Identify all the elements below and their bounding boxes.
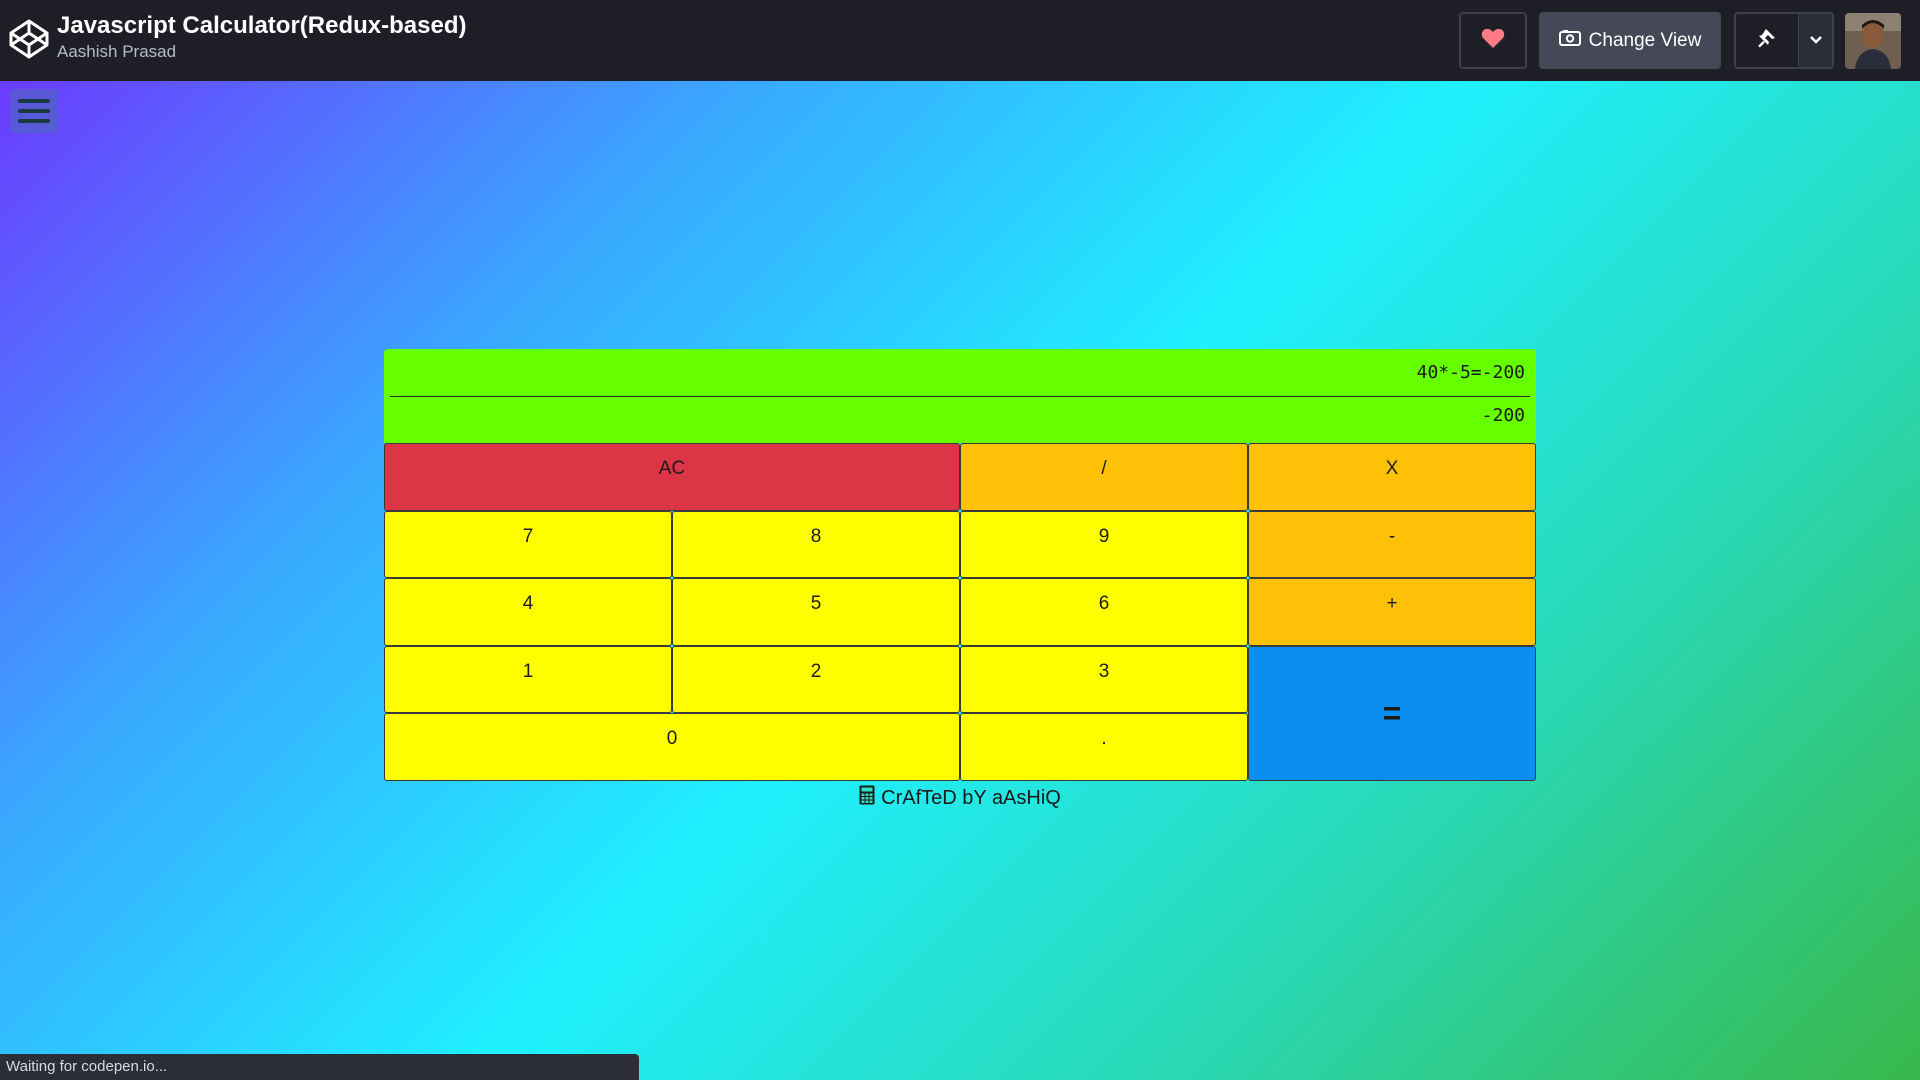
- one-button[interactable]: 1: [384, 645, 672, 714]
- subtract-button[interactable]: -: [1248, 510, 1536, 579]
- pin-icon: [1758, 28, 1776, 53]
- hamburger-icon[interactable]: [10, 89, 58, 133]
- status-bar: Waiting for codepen.io...: [0, 1054, 639, 1080]
- pen-author[interactable]: Aashish Prasad: [57, 41, 466, 63]
- two-button[interactable]: 2: [672, 645, 960, 714]
- multiply-button[interactable]: X: [1248, 443, 1536, 511]
- pen-title-block: Javascript Calculator(Redux-based) Aashi…: [57, 11, 466, 63]
- heart-icon: [1481, 27, 1505, 54]
- change-view-button[interactable]: Change View: [1539, 12, 1721, 69]
- six-button[interactable]: 6: [960, 578, 1248, 646]
- eight-button[interactable]: 8: [672, 510, 960, 579]
- seven-button[interactable]: 7: [384, 510, 672, 579]
- pin-button[interactable]: [1736, 14, 1798, 67]
- output-display: -200: [1481, 405, 1525, 426]
- four-button[interactable]: 4: [384, 578, 672, 646]
- decimal-button[interactable]: .: [960, 713, 1248, 781]
- calculator: 40*-5=-200 -200 AC / X 7 8 9 - 4 5 6 + 1…: [384, 349, 1536, 781]
- equals-button[interactable]: =: [1248, 645, 1536, 781]
- credit-line: CrAfTeD bY aAsHiQ: [0, 785, 1920, 811]
- change-view-label: Change View: [1588, 29, 1702, 51]
- preview-area: 40*-5=-200 -200 AC / X 7 8 9 - 4 5 6 + 1…: [0, 81, 1920, 1080]
- pin-button-group: [1734, 12, 1834, 69]
- zero-button[interactable]: 0: [384, 713, 960, 781]
- nine-button[interactable]: 9: [960, 510, 1248, 579]
- three-button[interactable]: 3: [960, 645, 1248, 714]
- keypad: AC / X 7 8 9 - 4 5 6 + 1 2 3 = 0 .: [384, 443, 1536, 781]
- heart-button[interactable]: [1459, 12, 1527, 69]
- formula-display: 40*-5=-200: [1416, 362, 1525, 383]
- five-button[interactable]: 5: [672, 578, 960, 646]
- chevron-down-icon: [1809, 32, 1823, 50]
- user-avatar[interactable]: [1845, 13, 1901, 69]
- pin-dropdown-button[interactable]: [1798, 14, 1832, 67]
- calculator-display: 40*-5=-200 -200: [384, 349, 1536, 443]
- credit-text: CrAfTeD bY aAsHiQ: [881, 786, 1061, 809]
- pen-title: Javascript Calculator(Redux-based): [57, 12, 467, 39]
- eye-icon: [1558, 29, 1581, 53]
- calculator-icon: [859, 785, 875, 811]
- codepen-logo-icon[interactable]: [8, 18, 50, 60]
- add-button[interactable]: +: [1248, 578, 1536, 646]
- top-bar: Javascript Calculator(Redux-based) Aashi…: [0, 0, 1920, 81]
- divide-button[interactable]: /: [960, 443, 1248, 511]
- display-divider: [390, 396, 1530, 397]
- clear-button[interactable]: AC: [384, 443, 960, 511]
